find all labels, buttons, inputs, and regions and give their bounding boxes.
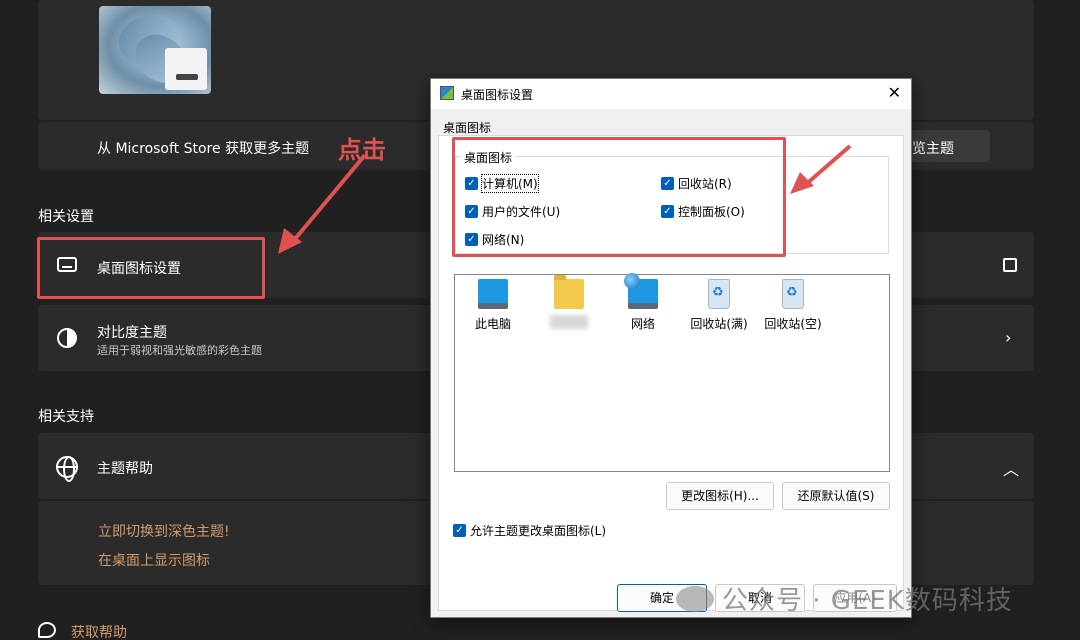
network-icon [624, 273, 658, 309]
contrast-theme-subtitle: 适用于弱视和强光敏感的彩色主题 [97, 344, 262, 357]
dialog-title: 桌面图标设置 [461, 88, 534, 102]
watermark-text: 公众号 · GEEK数码科技 [722, 586, 1013, 616]
annotation-arrow-right [790, 144, 852, 194]
list-item-this-pc[interactable]: 此电脑 [455, 279, 531, 332]
dialog-app-icon [440, 86, 454, 100]
icon-list[interactable]: 此电脑 网络 回收站(满) 回收站(空) [454, 273, 890, 472]
related-support-title: 相关支持 [38, 409, 94, 425]
get-help-link[interactable]: 获取帮助 [71, 622, 127, 640]
recycle-bin-full-icon [708, 279, 730, 309]
checkbox-label: 允许主题更改桌面图标(L) [470, 524, 607, 538]
recycle-bin-empty-icon [782, 279, 804, 309]
close-icon[interactable]: ✕ [888, 83, 901, 102]
list-item-recycle-empty[interactable]: 回收站(空) [755, 279, 831, 332]
chevron-up-icon[interactable]: ︿ [1003, 456, 1019, 480]
show-desktop-icons-link[interactable]: 在桌面上显示图标 [98, 550, 210, 570]
list-item-network[interactable]: 网络 [605, 273, 681, 332]
checkbox-allow-theme[interactable]: ✓ 允许主题更改桌面图标(L) [453, 522, 606, 539]
annotation-arrow-left [278, 153, 367, 254]
contrast-icon [57, 328, 77, 348]
external-link-icon [1003, 258, 1017, 272]
related-settings-title: 相关设置 [38, 209, 94, 225]
icon-label: 此电脑 [474, 317, 511, 331]
icon-label: 回收站(空) [764, 317, 822, 331]
computer-icon [478, 279, 508, 309]
chevron-right-icon: › [1005, 328, 1012, 347]
annotation-box-settings [37, 237, 265, 299]
icon-label: 回收站(满) [690, 317, 748, 331]
annotation-box-checkboxes [452, 137, 786, 257]
help-icon [38, 622, 56, 638]
change-icon-button[interactable]: 更改图标(H)... [666, 482, 774, 510]
globe-icon [56, 456, 78, 482]
contrast-theme-title: 对比度主题 [97, 325, 167, 341]
dark-theme-link[interactable]: 立即切换到深色主题! [98, 521, 230, 541]
mini-window-preview [165, 48, 207, 90]
checkbox-checked-icon: ✓ [453, 524, 466, 537]
folder-icon [554, 275, 584, 309]
icon-label: 网络 [630, 317, 655, 331]
dialog-titlebar[interactable]: 桌面图标设置 ✕ [431, 79, 911, 109]
blurred-label [550, 315, 588, 329]
theme-help-label: 主题帮助 [97, 461, 153, 477]
list-item-user-folder[interactable] [531, 275, 607, 329]
list-item-recycle-full[interactable]: 回收站(满) [681, 279, 757, 332]
restore-default-button[interactable]: 还原默认值(S) [782, 482, 890, 510]
watermark-logo [676, 586, 714, 612]
tab-desktop-icons[interactable]: 桌面图标 [443, 119, 491, 136]
theme-thumbnail[interactable] [99, 6, 211, 94]
